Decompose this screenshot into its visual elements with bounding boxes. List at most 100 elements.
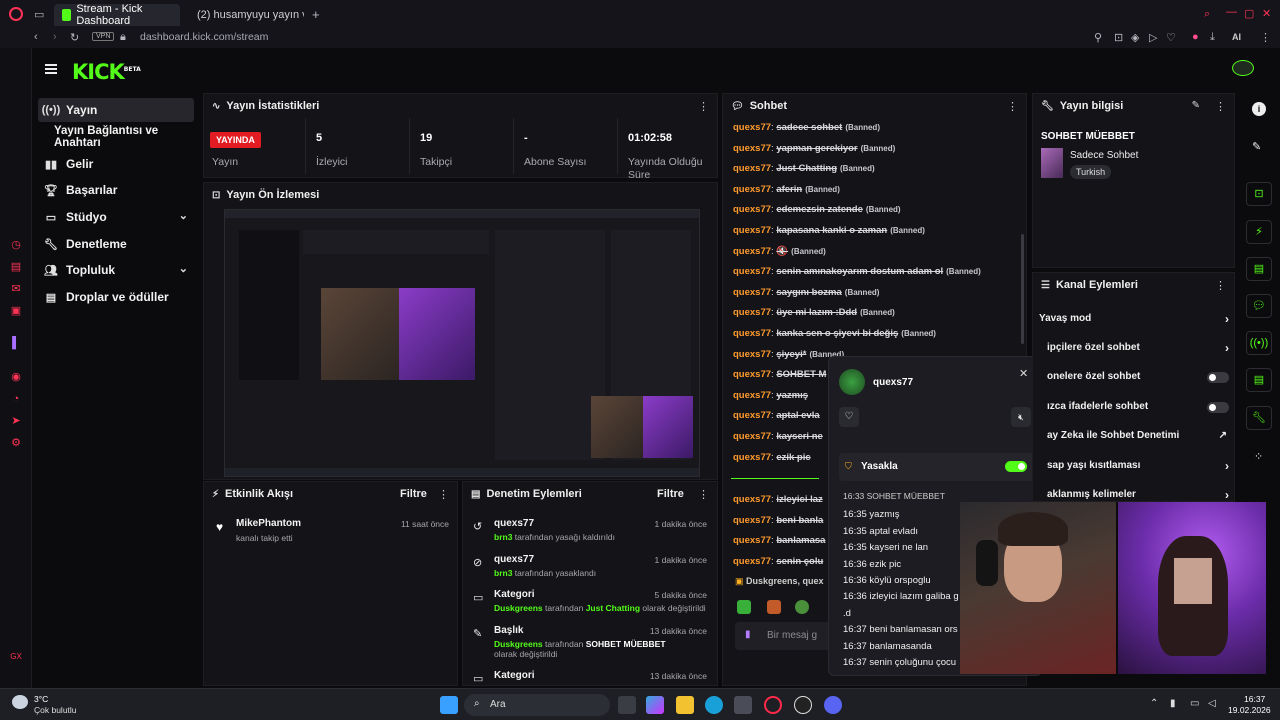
activity-menu-icon[interactable]: ⋮ <box>438 488 449 501</box>
actions-menu-icon[interactable]: ⋮ <box>1215 279 1226 292</box>
settings-icon[interactable]: ⚙ <box>9 436 23 450</box>
chat-username[interactable]: quexs77 <box>733 410 771 421</box>
close-icon[interactable]: ✕ <box>1019 367 1028 380</box>
copilot-icon[interactable] <box>646 696 664 714</box>
pencil-icon[interactable]: ✎ <box>1252 140 1261 153</box>
subs-only-toggle[interactable] <box>1207 372 1229 383</box>
clock-icon[interactable]: ◔ <box>9 392 23 406</box>
rail-chat-button[interactable]: 💬︎ <box>1246 294 1272 318</box>
new-tab-button[interactable]: + <box>312 7 320 22</box>
activity-filter-button[interactable]: Filtre <box>400 488 427 500</box>
chat-username[interactable]: quexs77 <box>733 143 771 154</box>
discord-icon[interactable] <box>824 696 842 714</box>
bag-icon[interactable]: ▤ <box>9 260 23 274</box>
edge-icon[interactable] <box>705 696 723 714</box>
kick-logo[interactable]: KICKBETA <box>72 60 141 84</box>
chat-message[interactable]: quexs77: izleyici laz <box>733 494 823 505</box>
chat-username[interactable]: quexs77 <box>733 287 771 298</box>
popup-username[interactable]: quexs77 <box>873 377 913 388</box>
sidebar-item-stream-key[interactable]: Yayın Bağlantısı ve Anahtarı <box>54 125 204 149</box>
chat-username[interactable]: quexs77 <box>733 556 771 567</box>
network-icon[interactable]: ▭ <box>1190 698 1199 709</box>
chat-message[interactable]: quexs77: beni banla <box>733 515 823 526</box>
history-icon[interactable]: ◷ <box>9 238 23 252</box>
activity-user[interactable]: MikePhantom <box>236 518 301 529</box>
volume-icon[interactable]: ◁ <box>1208 698 1216 709</box>
store-icon[interactable] <box>734 696 752 714</box>
send-icon[interactable]: ➤ <box>9 414 23 428</box>
url-field[interactable]: dashboard.kick.com/stream <box>140 31 268 43</box>
chat-message[interactable]: quexs77: SOHBET M <box>733 369 826 380</box>
chat-username[interactable]: quexs77 <box>733 225 771 236</box>
action-banned-words[interactable]: aklanmış kelimeler › <box>1047 488 1229 501</box>
emote-only-toggle[interactable] <box>1207 402 1229 413</box>
chat-message[interactable]: quexs77: sadece sohbet (Banned) <box>733 122 880 133</box>
chat-username[interactable]: quexs77 <box>733 184 771 195</box>
chat-username[interactable]: quexs77 <box>733 390 771 401</box>
tab-youtube[interactable]: (2) husamyuyu yayın vakti <box>184 4 304 26</box>
menu-icon[interactable]: ⋮ <box>1260 31 1271 44</box>
mute-icon-button[interactable]: 🔇︎ <box>1011 407 1031 427</box>
chat-username[interactable]: quexs77 <box>733 369 771 380</box>
hamburger-menu-icon[interactable] <box>45 64 57 74</box>
chat-message[interactable]: quexs77: senin amınakoyarım dostum adam … <box>733 266 981 277</box>
chat-input[interactable]: ▮ Bir mesaj g <box>735 622 839 650</box>
sidebar-item-studyo[interactable]: ▭ Stüdyo ⌄ <box>38 205 194 229</box>
shield-icon[interactable]: ◈ <box>1131 31 1139 44</box>
vpn-badge[interactable]: VPN <box>92 32 115 41</box>
tray-chevron-icon[interactable]: ⌃ <box>1150 698 1158 709</box>
follow-heart-button[interactable]: ♡ <box>839 407 859 427</box>
chat-message[interactable]: quexs77: aferin (Banned) <box>733 184 840 195</box>
chat-username[interactable]: quexs77 <box>733 163 771 174</box>
action-followers-only[interactable]: ipçilere özel sohbet › <box>1047 341 1229 360</box>
chat-username[interactable]: quexs77 <box>733 307 771 318</box>
chat-message[interactable]: quexs77: ezik pic <box>733 452 811 463</box>
messenger-icon[interactable]: ✉ <box>9 282 23 296</box>
camera-icon[interactable]: ⊡ <box>1114 31 1123 44</box>
info-menu-icon[interactable]: ⋮ <box>1215 100 1226 113</box>
emote-3-icon[interactable] <box>795 600 809 614</box>
chat-menu-icon[interactable]: ⋮ <box>1007 100 1018 113</box>
chat-message[interactable]: quexs77: kanka sen o şiyevi bi değiş (Ban… <box>733 328 936 339</box>
stream-preview-video[interactable] <box>224 209 700 477</box>
apps-icon[interactable]: ⁘ <box>1254 450 1263 463</box>
chat-message[interactable]: quexs77: saygını bozma (Banned) <box>733 287 879 298</box>
ban-toggle[interactable] <box>1005 461 1027 472</box>
heart-icon[interactable]: ♡ <box>1166 31 1176 44</box>
emote-2-icon[interactable] <box>767 600 781 614</box>
user-avatar[interactable] <box>1232 60 1254 76</box>
chat-username[interactable]: quexs77 <box>733 328 771 339</box>
chat-username[interactable]: quexs77 <box>733 246 771 257</box>
opera-gx-icon[interactable] <box>764 696 782 714</box>
chat-message[interactable]: quexs77: aptal evla <box>733 410 820 421</box>
chat-scrollbar[interactable] <box>1021 234 1024 344</box>
mic-icon[interactable]: ▮ <box>745 629 751 640</box>
sidebar-item-topluluk[interactable]: 👥︎ Topluluk ⌄ <box>38 258 194 282</box>
chat-message[interactable]: quexs77: edemezsin zatende (Banned) <box>733 204 901 215</box>
chat-message[interactable]: quexs77: kapasana kanki o zaman (Banned) <box>733 225 925 236</box>
file-explorer-icon[interactable] <box>676 696 694 714</box>
chat-username[interactable]: quexs77 <box>733 515 771 526</box>
rail-modlog-button[interactable]: ▤ <box>1246 257 1272 281</box>
chat-username[interactable]: quexs77 <box>733 204 771 215</box>
sidebar-item-gelir[interactable]: ▮▮ Gelir <box>38 152 194 176</box>
edit-icon[interactable]: ✎ <box>1192 100 1200 111</box>
gx-icon[interactable]: GX <box>9 650 23 664</box>
clock-date[interactable]: 19.02.2026 <box>1228 705 1271 715</box>
close-window-icon[interactable]: ✕ <box>1262 7 1271 20</box>
chat-message[interactable]: quexs77: banlamasa <box>733 535 825 546</box>
play-icon[interactable]: ▷ <box>1149 31 1157 44</box>
ai-button[interactable]: AI <box>1232 32 1241 42</box>
taskbar-search[interactable]: ⌕ Ara <box>464 694 610 716</box>
tab-kick-dashboard[interactable]: Stream - Kick Dashboard <box>54 3 180 27</box>
mic-tray-icon[interactable]: ▮ <box>1170 698 1176 709</box>
task-view-icon[interactable] <box>618 696 636 714</box>
action-emote-only[interactable]: ızca ifadelerle sohbet <box>1047 401 1229 419</box>
clock-time[interactable]: 16:37 <box>1244 694 1265 704</box>
chat-username[interactable]: quexs77 <box>733 431 771 442</box>
chat-message[interactable]: quexs77: yazmış <box>733 390 808 401</box>
modlog-filter-button[interactable]: Filtre <box>657 488 684 500</box>
chat-message[interactable]: quexs77: Just Chatting (Banned) <box>733 163 875 174</box>
chat-username[interactable]: quexs77 <box>733 494 771 505</box>
weather-icon[interactable] <box>12 695 28 709</box>
